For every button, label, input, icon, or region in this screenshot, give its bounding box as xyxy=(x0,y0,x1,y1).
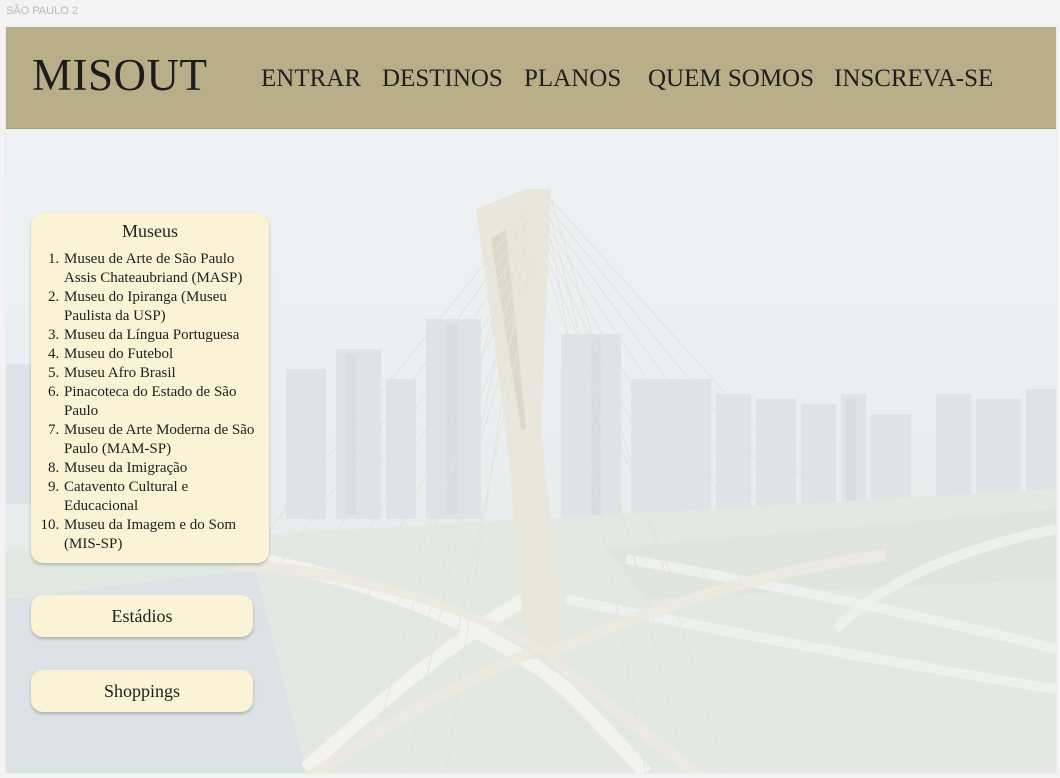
museus-item[interactable]: Museu da Imagem e do Som (MIS-SP) xyxy=(63,516,261,554)
museus-item[interactable]: Museu da Imigração xyxy=(63,459,261,478)
nav-entrar[interactable]: ENTRAR xyxy=(261,65,361,93)
museus-item[interactable]: Pinacoteca do Estado de São Paulo xyxy=(63,383,261,421)
museus-card: Museus Museu de Arte de São Paulo Assis … xyxy=(31,213,269,563)
museus-item[interactable]: Museu Afro Brasil xyxy=(63,364,261,383)
logo[interactable]: MISOUT xyxy=(32,49,208,101)
nav-inscreva-se[interactable]: INSCREVA-SE xyxy=(834,65,993,93)
museus-item[interactable]: Museu de Arte de São Paulo Assis Chateau… xyxy=(63,250,261,288)
museus-title: Museus xyxy=(121,221,178,241)
header: MISOUT ENTRAR DESTINOS PLANOS QUEM SOMOS… xyxy=(6,27,1056,129)
page-frame: MISOUT ENTRAR DESTINOS PLANOS QUEM SOMOS… xyxy=(6,27,1056,773)
nav-destinos[interactable]: DESTINOS xyxy=(382,65,503,93)
museus-item[interactable]: Museu do Futebol xyxy=(63,345,261,364)
museus-item[interactable]: Museu de Arte Moderna de São Paulo (MAM-… xyxy=(63,421,261,459)
nav-quem-somos[interactable]: QUEM SOMOS xyxy=(648,65,814,93)
museus-item[interactable]: Catavento Cultural e Educacional xyxy=(63,478,261,516)
estadios-button[interactable]: Estádios xyxy=(31,595,253,637)
shoppings-button[interactable]: Shoppings xyxy=(31,670,253,712)
museus-list: Museu de Arte de São Paulo Assis Chateau… xyxy=(31,250,269,554)
museus-item[interactable]: Museu do Ipiranga (Museu Paulista da USP… xyxy=(63,288,261,326)
museus-item[interactable]: Museu da Língua Portuguesa xyxy=(63,326,261,345)
nav-planos[interactable]: PLANOS xyxy=(524,65,621,93)
frame-label: SÃO PAULO 2 xyxy=(6,5,78,17)
